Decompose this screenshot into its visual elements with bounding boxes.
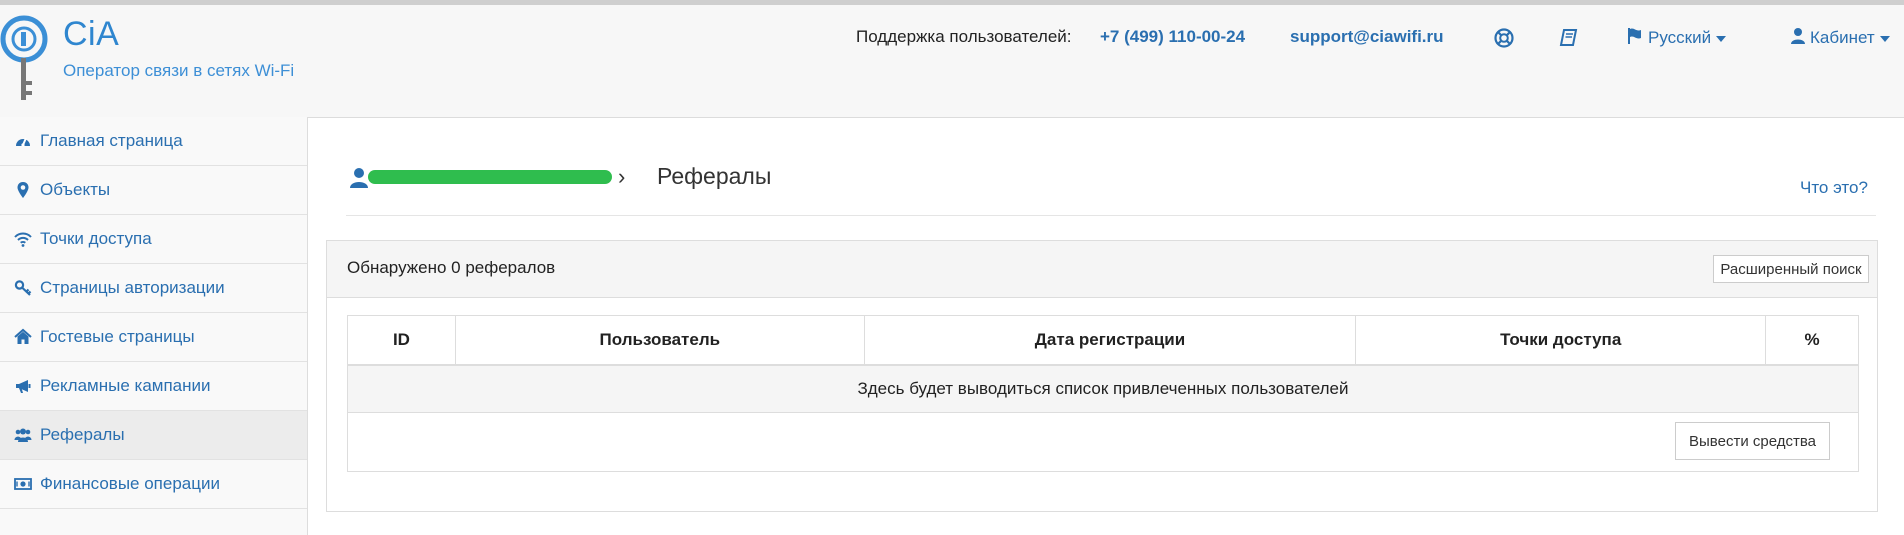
support-phone-link[interactable]: +7 (499) 110-00-24 xyxy=(1100,27,1245,47)
table-row: Здесь будет выводиться список привлеченн… xyxy=(347,364,1859,413)
breadcrumb-separator: › xyxy=(618,164,626,189)
language-label: Русский xyxy=(1648,28,1712,47)
column-header-user[interactable]: Пользователь xyxy=(454,315,865,366)
help-link[interactable]: Что это? xyxy=(1800,178,1868,198)
page-title: Рефералы xyxy=(657,163,772,189)
sidebar-item-ad-campaigns[interactable]: Рекламные кампании xyxy=(0,362,307,411)
chevron-down-icon xyxy=(1879,35,1890,42)
column-header-reg-date[interactable]: Дата регистрации xyxy=(863,315,1357,366)
table-actions-row: Вывести средства xyxy=(347,412,1859,472)
cabinet-label: Кабинет xyxy=(1810,28,1875,47)
sidebar-item-access-points[interactable]: Точки доступа xyxy=(0,215,307,264)
dashboard-icon xyxy=(16,137,30,147)
sidebar-item-finance[interactable]: Финансовые операции xyxy=(0,460,307,509)
table-header-row: ID Пользователь Дата регистрации Точки д… xyxy=(347,315,1859,366)
results-count: Обнаружено 0 рефералов xyxy=(347,258,556,277)
sidebar-item-partial xyxy=(0,509,307,523)
sidebar-item-dashboard[interactable]: Главная страница xyxy=(0,117,307,166)
logo-key-icon xyxy=(0,15,48,100)
map-marker-icon xyxy=(17,182,29,198)
user-icon xyxy=(1791,28,1805,44)
advanced-search-button[interactable]: Расширенный поиск xyxy=(1713,255,1869,283)
key-icon xyxy=(14,280,32,296)
support-label: Поддержка пользователей: xyxy=(856,27,1072,46)
column-header-access-points[interactable]: Точки доступа xyxy=(1355,315,1767,366)
lifebuoy-icon[interactable] xyxy=(1493,27,1515,49)
bullhorn-icon xyxy=(16,380,31,393)
sidebar-item-label: Главная страница xyxy=(40,131,183,150)
sidebar-item-referrals[interactable]: Рефералы xyxy=(0,411,307,460)
divider xyxy=(346,215,1876,216)
sidebar-item-label: Рефералы xyxy=(40,425,125,444)
breadcrumb-user-link[interactable] xyxy=(368,170,612,184)
sidebar-item-auth-pages[interactable]: Страницы авторизации xyxy=(0,264,307,313)
money-icon xyxy=(14,478,32,490)
cabinet-dropdown[interactable]: Кабинет xyxy=(1790,27,1890,48)
wifi-icon xyxy=(14,232,32,247)
sidebar-item-label: Объекты xyxy=(40,180,111,199)
withdraw-button[interactable]: Вывести средства xyxy=(1675,422,1830,460)
column-header-percent[interactable]: % xyxy=(1765,315,1859,366)
home-icon xyxy=(14,328,32,344)
sidebar-item-guest-pages[interactable]: Гостевые страницы xyxy=(0,313,307,362)
sidebar-item-label: Финансовые операции xyxy=(40,474,220,493)
sidebar-item-label: Страницы авторизации xyxy=(40,278,225,297)
sidebar-item-label: Точки доступа xyxy=(40,229,152,248)
support-email-link[interactable]: support@ciawifi.ru xyxy=(1290,27,1444,47)
sidebar: Главная страница Объекты Точки доступа С… xyxy=(0,117,308,535)
sidebar-item-objects[interactable]: Объекты xyxy=(0,166,307,215)
user-icon xyxy=(350,168,368,188)
referrals-panel: Обнаружено 0 рефералов Расширенный поиск… xyxy=(326,240,1878,512)
column-header-id[interactable]: ID xyxy=(347,315,456,366)
table-actions-cell: Вывести средства xyxy=(347,412,1859,472)
header: CiA Оператор связи в сетях Wi-Fi Поддерж… xyxy=(0,5,1904,118)
users-icon xyxy=(14,428,32,442)
book-icon[interactable] xyxy=(1558,27,1580,49)
logo-text[interactable]: CiA xyxy=(63,15,119,54)
sidebar-item-label: Гостевые страницы xyxy=(40,327,195,346)
tagline: Оператор связи в сетях Wi-Fi xyxy=(63,61,295,80)
referrals-table: ID Пользователь Дата регистрации Точки д… xyxy=(347,315,1859,472)
chevron-down-icon xyxy=(1716,35,1727,42)
sidebar-item-label: Рекламные кампании xyxy=(40,376,211,395)
flag-icon xyxy=(1628,28,1641,44)
empty-message: Здесь будет выводиться список привлеченн… xyxy=(347,364,1859,413)
panel-header: Обнаружено 0 рефералов Расширенный поиск xyxy=(327,241,1877,298)
language-dropdown[interactable]: Русский xyxy=(1626,27,1727,48)
